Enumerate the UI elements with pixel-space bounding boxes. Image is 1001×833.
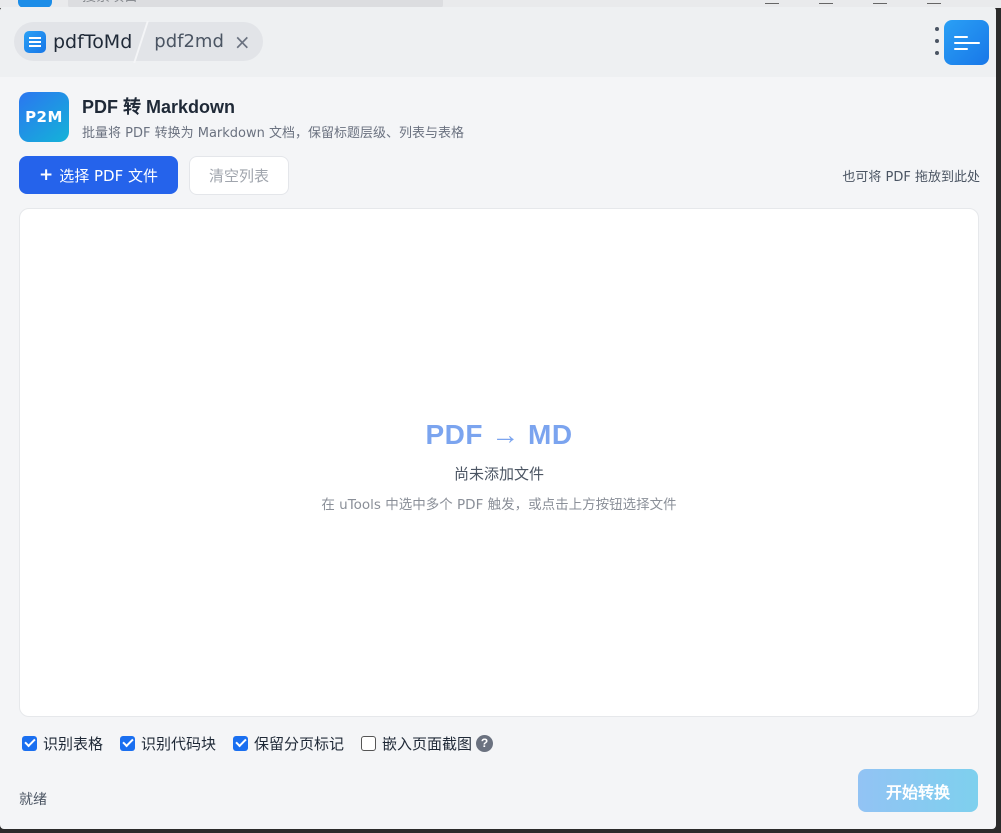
option-detect-tables[interactable]: 识别表格 [22, 733, 103, 754]
checkbox-detect-code-blocks[interactable] [120, 735, 136, 751]
checkbox-keep-page-markers[interactable] [233, 735, 249, 751]
plus-icon: + [38, 165, 54, 185]
option-label: 识别代码块 [141, 734, 217, 753]
option-embed-page-screenshots[interactable]: 嵌入页面截图 [361, 733, 472, 754]
p2m-logo: P2M [19, 92, 69, 142]
empty-state: PDF → MD 尚未添加文件 在 uTools 中选中多个 PDF 触发，或点… [20, 419, 978, 513]
empty-state-message: 尚未添加文件 [453, 465, 544, 483]
empty-state-title: PDF → MD [425, 419, 573, 450]
minimize-icon[interactable] [765, 0, 779, 4]
option-label: 嵌入页面截图 [382, 734, 473, 753]
tab-bar: pdfToMd pdf2md × [0, 7, 996, 77]
more-menu-icon[interactable] [934, 27, 940, 55]
close-icon[interactable]: × [234, 32, 251, 52]
start-convert-button[interactable]: 开始转换 [858, 769, 978, 812]
main-content: P2M PDF 转 Markdown 批量将 PDF 转换为 Markdown … [19, 91, 980, 829]
tab-separator [133, 20, 150, 63]
toolbar: + 选择 PDF 文件 清空列表 也可将 PDF 拖放到此处 [19, 156, 980, 196]
bottom-edge [0, 829, 1001, 833]
page-title: PDF 转 Markdown [82, 97, 236, 117]
option-label: 识别表格 [43, 734, 104, 753]
select-pdf-button[interactable]: + 选择 PDF 文件 [19, 156, 178, 194]
empty-state-hint: 在 uTools 中选中多个 PDF 触发，或点击上方按钮选择文件 [321, 497, 677, 513]
option-keep-page-markers[interactable]: 保留分页标记 [233, 733, 344, 754]
file-drop-zone[interactable]: PDF → MD 尚未添加文件 在 uTools 中选中多个 PDF 触发，或点… [19, 208, 979, 717]
pin-icon[interactable] [819, 0, 833, 4]
clear-list-button[interactable]: 清空列表 [189, 156, 289, 195]
status-text: 就绪 [19, 792, 47, 808]
checkbox-detect-tables[interactable] [22, 735, 37, 751]
options-row: 识别表格 识别代码块 保留分页标记 嵌入页面截图 ? [22, 731, 494, 755]
tab-pdf2md[interactable]: pdf2md [154, 31, 224, 52]
plugin-window: pdfToMd pdf2md × P2M PDF 转 Markdown 批量将 … [0, 7, 996, 829]
tab-pdftomd[interactable]: pdfToMd [53, 31, 132, 53]
pdftomd-app-icon [24, 30, 46, 53]
option-label: 保留分页标记 [254, 734, 345, 753]
plugin-tab-group: pdfToMd pdf2md × [14, 20, 263, 63]
title-block: PDF 转 Markdown 批量将 PDF 转换为 Markdown 文档，保… [82, 93, 464, 141]
select-pdf-label: 选择 PDF 文件 [59, 166, 158, 185]
app-header: P2M PDF 转 Markdown 批量将 PDF 转换为 Markdown … [19, 91, 978, 143]
plugin-logo-icon [953, 35, 980, 50]
help-icon[interactable]: ? [476, 734, 494, 752]
option-detect-code-blocks[interactable]: 识别代码块 [120, 733, 216, 754]
close-window-icon[interactable] [927, 0, 941, 4]
drop-hint: 也可将 PDF 拖放到此处 [842, 170, 980, 185]
page-subtitle: 批量将 PDF 转换为 Markdown 文档，保留标题层级、列表与表格 [82, 126, 464, 141]
checkbox-embed-page-screenshots[interactable] [361, 735, 377, 751]
window-controls [765, 0, 941, 4]
plugin-menu-button[interactable] [944, 20, 989, 65]
maximize-icon[interactable] [873, 0, 887, 4]
